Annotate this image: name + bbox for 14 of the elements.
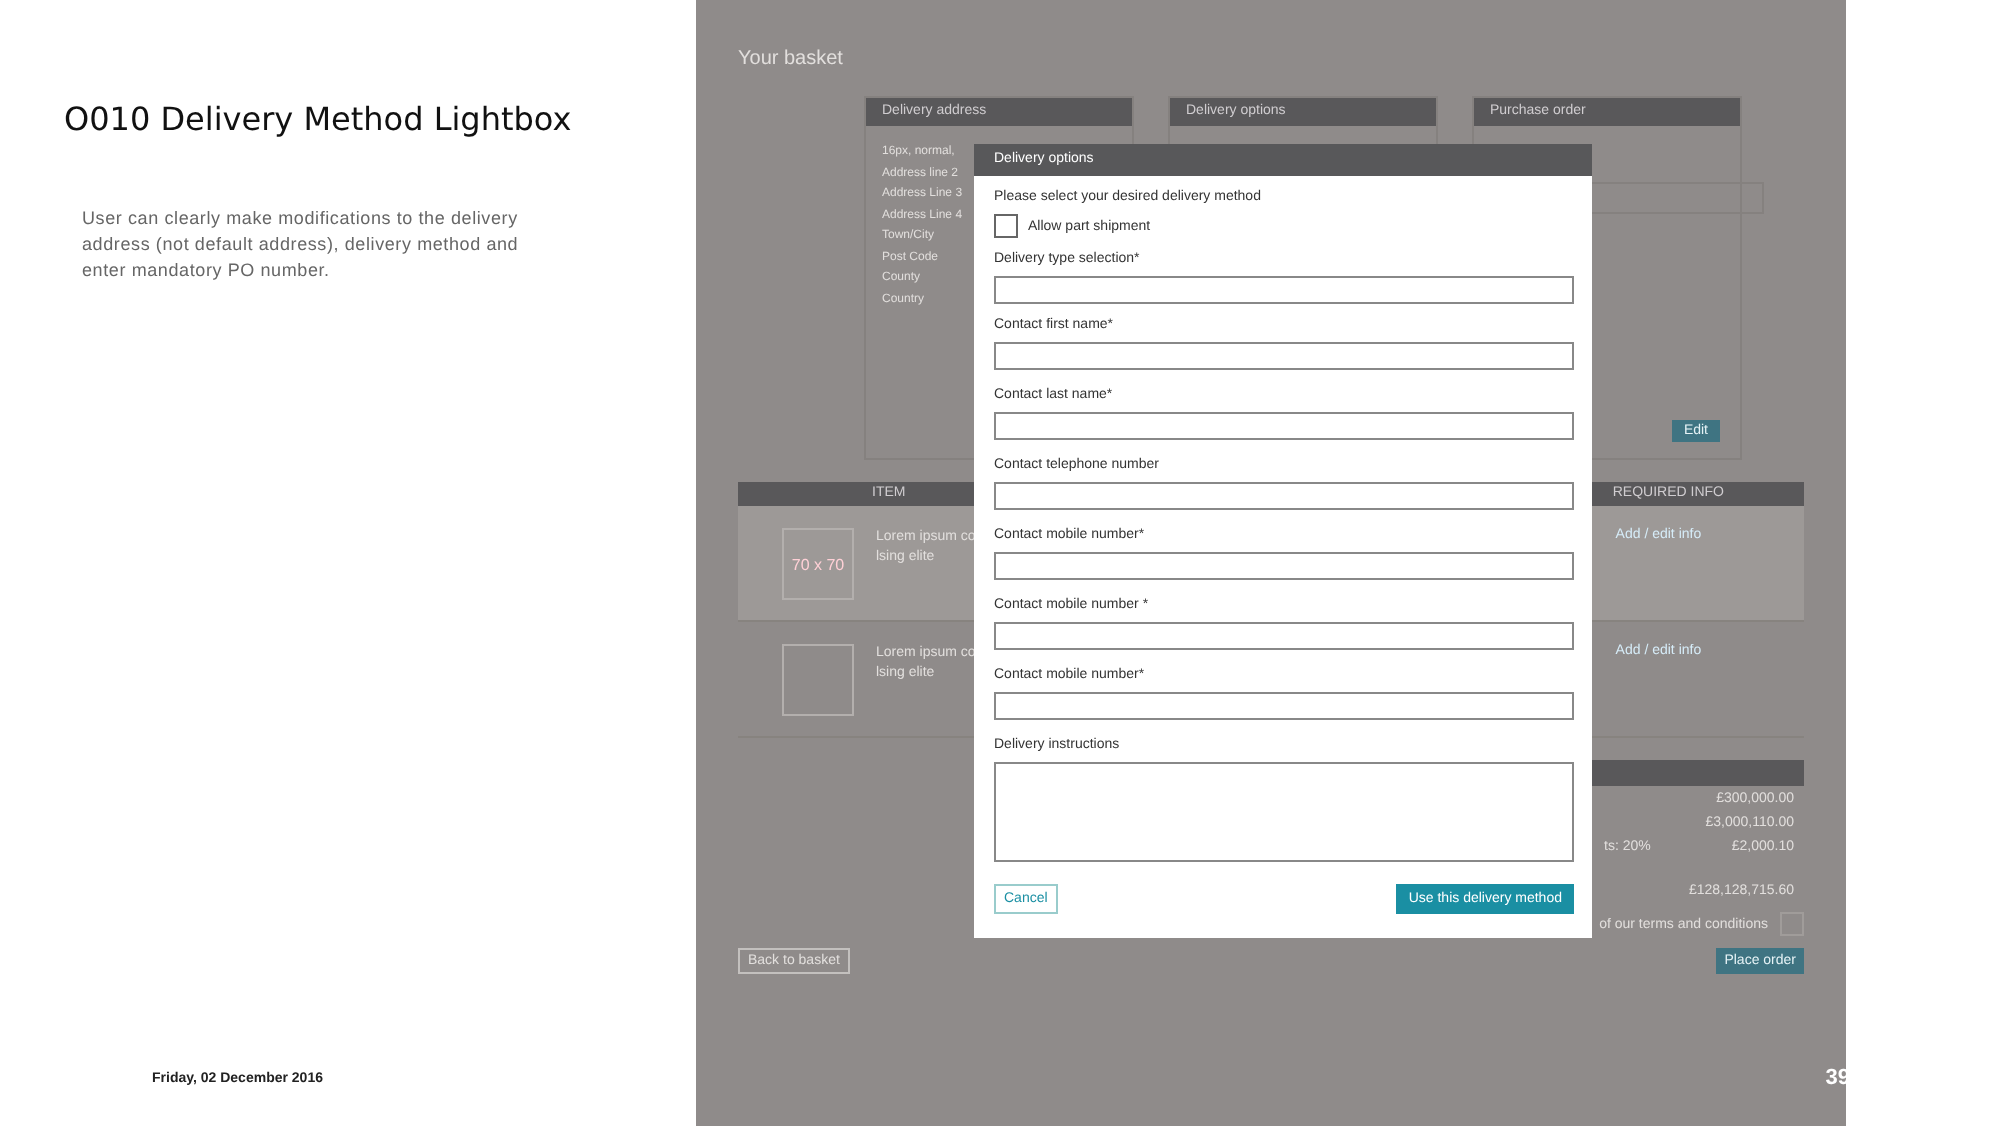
part-shipment-checkbox[interactable] bbox=[994, 214, 1018, 238]
slide-title: O010 Delivery Method Lightbox bbox=[64, 100, 574, 138]
input-field[interactable] bbox=[994, 482, 1574, 510]
image-placeholder bbox=[782, 644, 854, 716]
image-size-label: 70 x 70 bbox=[791, 555, 845, 573]
input-field[interactable] bbox=[994, 692, 1574, 720]
input-field[interactable] bbox=[994, 622, 1574, 650]
input-field[interactable] bbox=[994, 412, 1574, 440]
basket-title: Your basket bbox=[738, 46, 845, 74]
slide-description: User can clearly make modifications to the delivery address (not default address), delivery method and enter mandatory PO number. bbox=[82, 206, 521, 284]
input-field[interactable] bbox=[994, 276, 1574, 304]
instructions-field[interactable] bbox=[994, 762, 1574, 862]
input-field[interactable] bbox=[994, 342, 1574, 370]
input-field[interactable] bbox=[994, 552, 1574, 580]
